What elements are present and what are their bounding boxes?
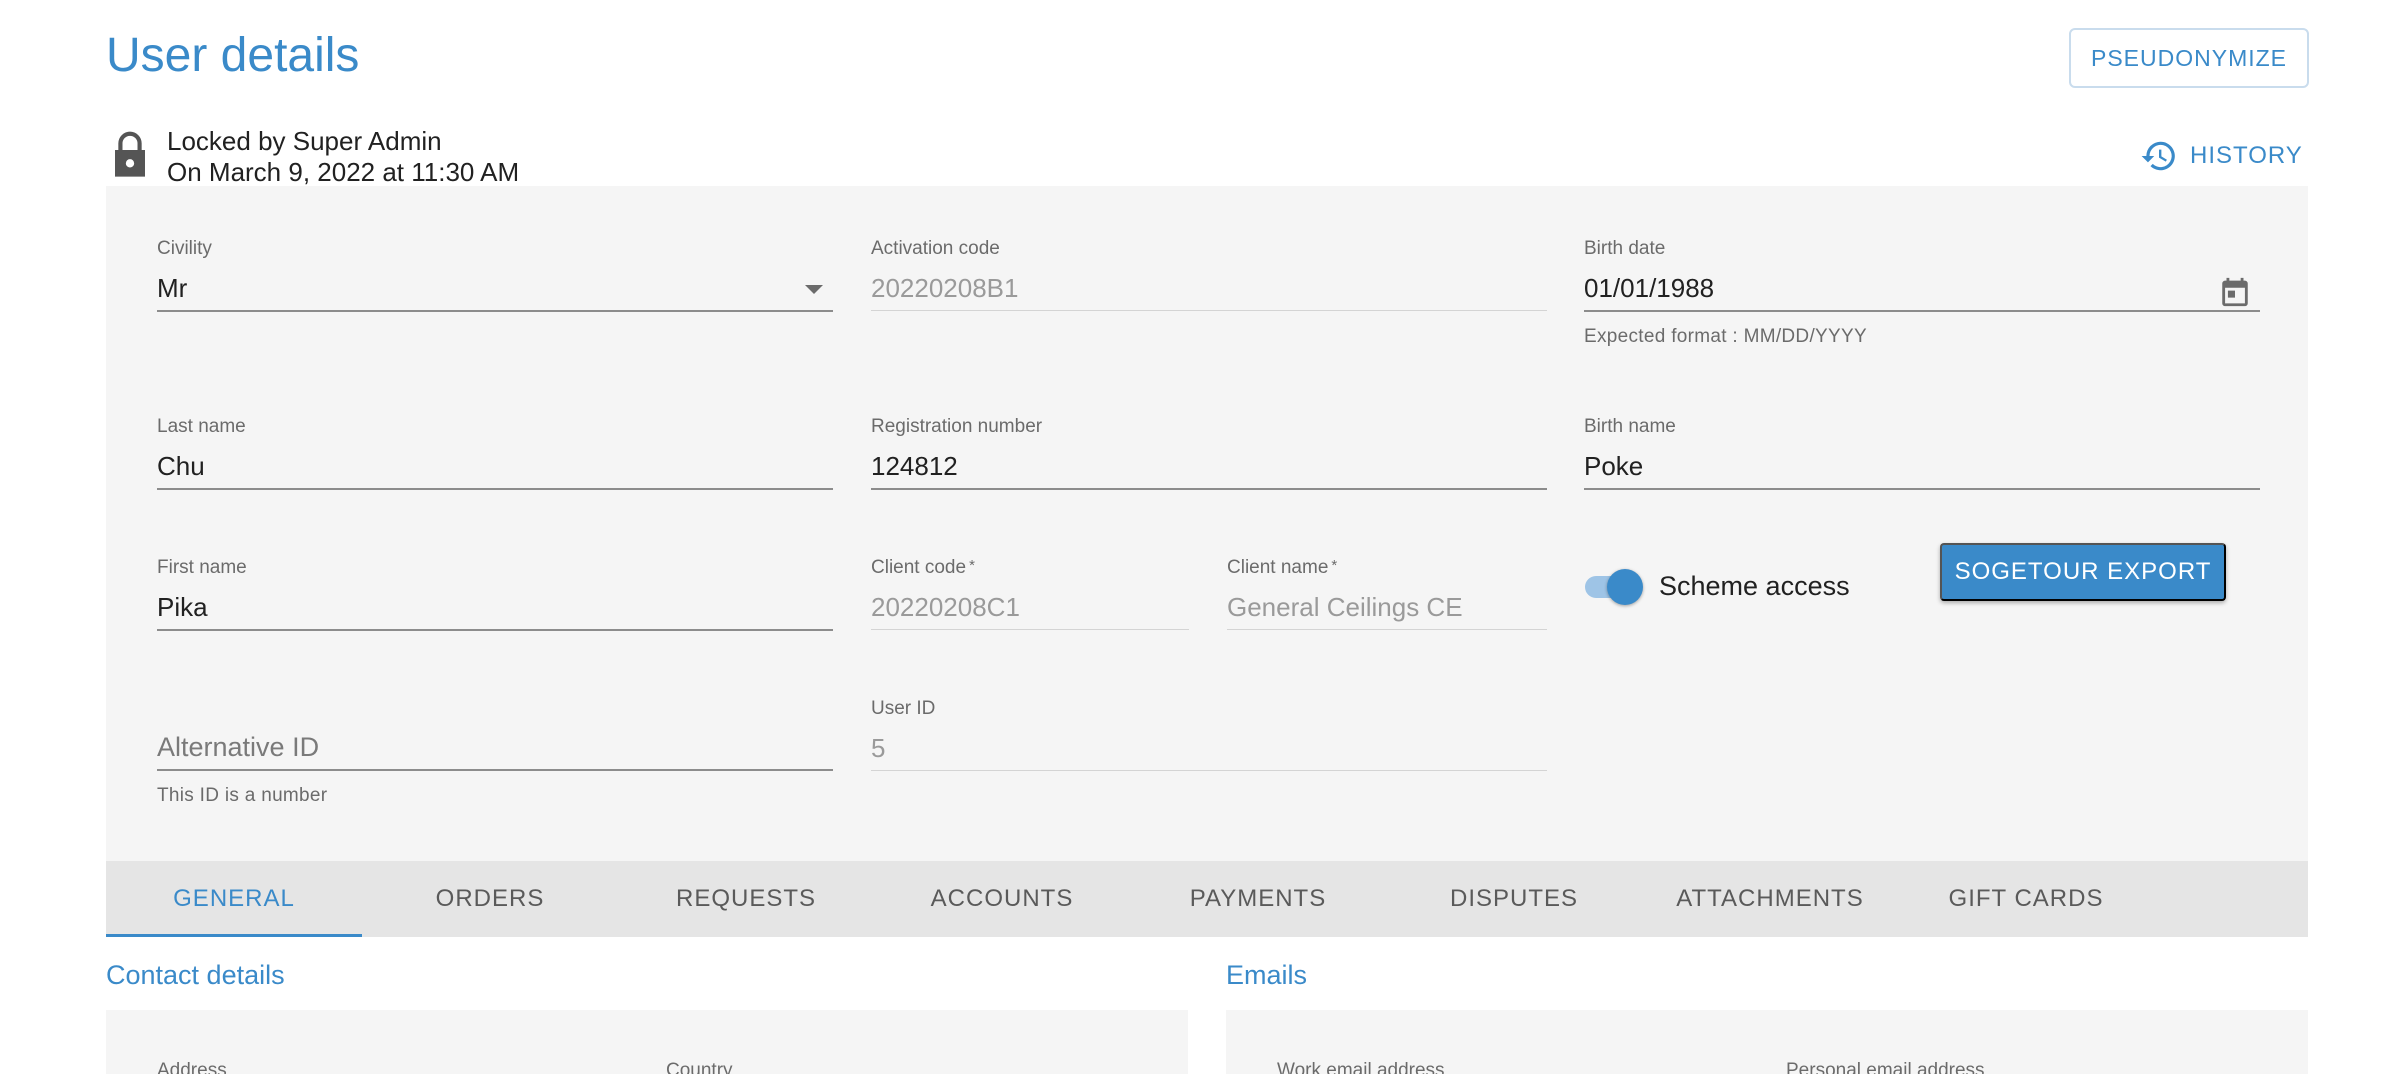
registration-number-label: Registration number bbox=[871, 416, 1043, 437]
tab-disputes[interactable]: DISPUTES bbox=[1386, 861, 1642, 937]
address-label: Address bbox=[157, 1060, 227, 1074]
alternative-id-field[interactable]: Alternative ID This ID is a number bbox=[157, 697, 833, 807]
last-name-value[interactable]: Chu bbox=[157, 451, 833, 485]
scheme-access-toggle[interactable] bbox=[1583, 568, 1643, 605]
locked-by-text: Locked by Super Admin bbox=[167, 126, 442, 156]
emails-card: Work email address Personal email addres… bbox=[1226, 1010, 2308, 1074]
civility-label: Civility bbox=[157, 238, 212, 259]
country-label: Country bbox=[666, 1060, 733, 1074]
activation-code-field: Activation code 20220208B1 bbox=[871, 238, 1547, 311]
sogetour-export-button[interactable]: SOGETOUR EXPORT bbox=[1940, 543, 2226, 601]
lock-info: Locked by Super Admin On March 9, 2022 a… bbox=[167, 126, 519, 188]
birth-date-label: Birth date bbox=[1584, 238, 1666, 259]
history-button[interactable]: HISTORY bbox=[2140, 136, 2303, 176]
tab-orders[interactable]: ORDERS bbox=[362, 861, 618, 937]
client-name-value: General Ceilings CE bbox=[1227, 592, 1463, 622]
alternative-id-hint: This ID is a number bbox=[157, 785, 328, 806]
last-name-field[interactable]: Last name Chu bbox=[157, 416, 833, 490]
tab-requests[interactable]: REQUESTS bbox=[618, 861, 874, 937]
tab-payments[interactable]: PAYMENTS bbox=[1130, 861, 1386, 937]
required-mark: * bbox=[969, 557, 975, 574]
lock-icon bbox=[115, 131, 145, 177]
scheme-access-label: Scheme access bbox=[1659, 571, 1850, 601]
user-id-label: User ID bbox=[871, 698, 936, 719]
client-name-label: Client name * bbox=[1227, 557, 1338, 578]
tab-gift-cards[interactable]: GIFT CARDS bbox=[1898, 861, 2154, 937]
civility-value: Mr bbox=[157, 273, 188, 303]
first-name-field[interactable]: First name Pika bbox=[157, 557, 833, 631]
emails-title: Emails bbox=[1226, 960, 1308, 990]
calendar-icon[interactable] bbox=[2218, 274, 2252, 310]
user-id-field: User ID 5 bbox=[871, 698, 1547, 771]
activation-code-label: Activation code bbox=[871, 238, 1000, 259]
locked-on-text: On March 9, 2022 at 11:30 AM bbox=[167, 157, 520, 187]
first-name-label: First name bbox=[157, 557, 247, 578]
tab-bar: GENERAL ORDERS REQUESTS ACCOUNTS PAYMENT… bbox=[106, 861, 2308, 937]
chevron-down-icon[interactable] bbox=[805, 285, 823, 294]
pseudonymize-button[interactable]: PSEUDONYMIZE bbox=[2069, 28, 2309, 88]
history-label: HISTORY bbox=[2190, 142, 2303, 169]
client-name-field: Client name * General Ceilings CE bbox=[1227, 557, 1547, 630]
client-code-field: Client code * 20220208C1 bbox=[871, 557, 1189, 630]
first-name-value[interactable]: Pika bbox=[157, 592, 833, 626]
birth-name-field[interactable]: Birth name Poke bbox=[1584, 416, 2260, 490]
contact-details-card: Address Country bbox=[106, 1010, 1188, 1074]
tab-general[interactable]: GENERAL bbox=[106, 861, 362, 937]
work-email-label: Work email address bbox=[1277, 1060, 1445, 1074]
birth-name-label: Birth name bbox=[1584, 416, 1676, 437]
history-icon bbox=[2141, 141, 2175, 171]
required-mark: * bbox=[1331, 557, 1338, 574]
tab-attachments[interactable]: ATTACHMENTS bbox=[1642, 861, 1898, 937]
civility-select[interactable]: Civility Mr bbox=[157, 238, 833, 312]
user-id-value: 5 bbox=[871, 733, 886, 763]
alternative-id-placeholder[interactable]: Alternative ID bbox=[157, 732, 833, 766]
birth-date-field[interactable]: Birth date 01/01/1988 Expected format : … bbox=[1584, 238, 2260, 348]
personal-email-label: Personal email address bbox=[1786, 1060, 1985, 1074]
registration-number-field[interactable]: Registration number 124812 bbox=[871, 416, 1547, 490]
activation-code-value: 20220208B1 bbox=[871, 273, 1019, 303]
page-title: User details bbox=[106, 29, 360, 82]
tab-accounts[interactable]: ACCOUNTS bbox=[874, 861, 1130, 937]
contact-details-title: Contact details bbox=[106, 960, 285, 990]
birth-date-value[interactable]: 01/01/1988 bbox=[1584, 273, 2260, 307]
client-code-value: 20220208C1 bbox=[871, 592, 1020, 622]
birth-date-hint: Expected format : MM/DD/YYYY bbox=[1584, 326, 1867, 347]
birth-name-value[interactable]: Poke bbox=[1584, 451, 2260, 485]
client-code-label: Client code * bbox=[871, 557, 975, 578]
registration-number-value[interactable]: 124812 bbox=[871, 451, 1547, 485]
last-name-label: Last name bbox=[157, 416, 246, 437]
